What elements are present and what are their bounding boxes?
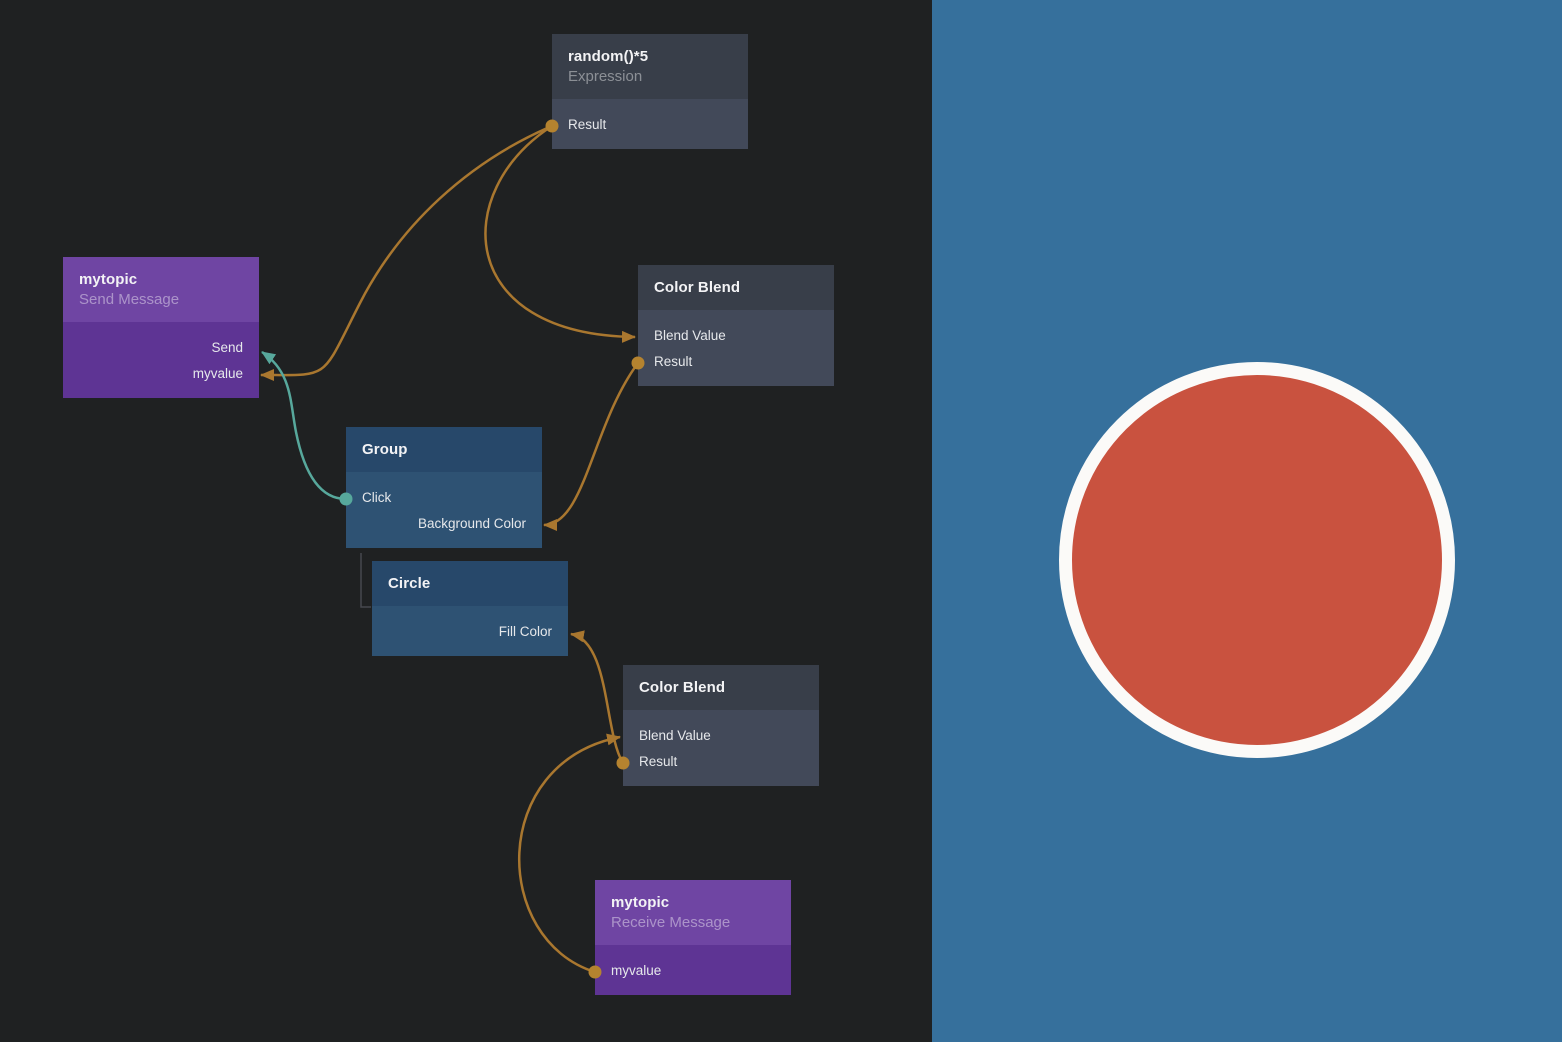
port-click[interactable]: Click	[346, 484, 542, 510]
node-header[interactable]: Circle	[372, 561, 568, 606]
node-color-blend-2[interactable]: Color Blend Blend Value Result	[623, 665, 819, 786]
node-title: mytopic	[611, 892, 775, 913]
port-label: Result	[654, 354, 692, 369]
wire-result-to-myvalue[interactable]	[261, 126, 552, 375]
node-header[interactable]: Color Blend	[638, 265, 834, 310]
node-send-message[interactable]: mytopic Send Message Send myvalue	[63, 257, 259, 398]
node-color-blend-1[interactable]: Color Blend Blend Value Result	[638, 265, 834, 386]
port-blend-value[interactable]: Blend Value	[638, 322, 834, 348]
node-body: Result	[552, 99, 748, 149]
node-header[interactable]: Color Blend	[623, 665, 819, 710]
node-editor-canvas[interactable]: random()*5 Expression Result mytopic Sen…	[0, 0, 932, 1042]
node-body: Send myvalue	[63, 322, 259, 398]
node-body: Blend Value Result	[623, 710, 819, 786]
port-label: myvalue	[611, 963, 661, 978]
port-label: Result	[568, 117, 606, 132]
port-label: Background Color	[418, 516, 526, 531]
node-circle[interactable]: Circle Fill Color	[372, 561, 568, 656]
node-expression[interactable]: random()*5 Expression Result	[552, 34, 748, 149]
port-myvalue[interactable]: myvalue	[595, 957, 791, 983]
port-fill-color[interactable]: Fill Color	[372, 618, 568, 644]
preview-panel	[932, 0, 1562, 1042]
node-subtitle: Receive Message	[611, 913, 775, 933]
node-title: mytopic	[79, 269, 243, 290]
node-title: Group	[362, 439, 526, 460]
port-result[interactable]: Result	[623, 748, 819, 774]
node-group[interactable]: Group Click Background Color	[346, 427, 542, 548]
node-title: Circle	[388, 573, 552, 594]
node-header[interactable]: mytopic Send Message	[63, 257, 259, 322]
port-label: myvalue	[193, 366, 243, 381]
wire-result-to-background-color[interactable]	[544, 363, 638, 525]
node-title: random()*5	[568, 46, 732, 67]
port-label: Click	[362, 490, 391, 505]
port-label: Blend Value	[654, 328, 726, 343]
node-subtitle: Send Message	[79, 290, 243, 310]
node-subtitle: Expression	[568, 67, 732, 87]
node-title: Color Blend	[654, 277, 818, 298]
port-label: Fill Color	[499, 624, 552, 639]
port-send[interactable]: Send	[63, 334, 259, 360]
app-window: random()*5 Expression Result mytopic Sen…	[0, 0, 1562, 1042]
node-header[interactable]: random()*5 Expression	[552, 34, 748, 99]
port-result[interactable]: Result	[638, 348, 834, 374]
port-label: Result	[639, 754, 677, 769]
wire-result-to-fill-color[interactable]	[571, 634, 623, 763]
wire-result-to-blend-value-1[interactable]	[485, 126, 635, 337]
port-result[interactable]: Result	[552, 111, 748, 137]
wire-click-to-send[interactable]	[262, 352, 346, 499]
rendered-circle	[1059, 362, 1455, 758]
hierarchy-line-group-circle	[361, 553, 371, 607]
node-receive-message[interactable]: mytopic Receive Message myvalue	[595, 880, 791, 995]
port-label: Blend Value	[639, 728, 711, 743]
port-myvalue[interactable]: myvalue	[63, 360, 259, 386]
node-title: Color Blend	[639, 677, 803, 698]
port-blend-value[interactable]: Blend Value	[623, 722, 819, 748]
port-label: Send	[211, 340, 243, 355]
port-background-color[interactable]: Background Color	[346, 510, 542, 536]
node-header[interactable]: mytopic Receive Message	[595, 880, 791, 945]
node-body: myvalue	[595, 945, 791, 995]
node-body: Fill Color	[372, 606, 568, 656]
node-body: Blend Value Result	[638, 310, 834, 386]
node-header[interactable]: Group	[346, 427, 542, 472]
node-body: Click Background Color	[346, 472, 542, 548]
